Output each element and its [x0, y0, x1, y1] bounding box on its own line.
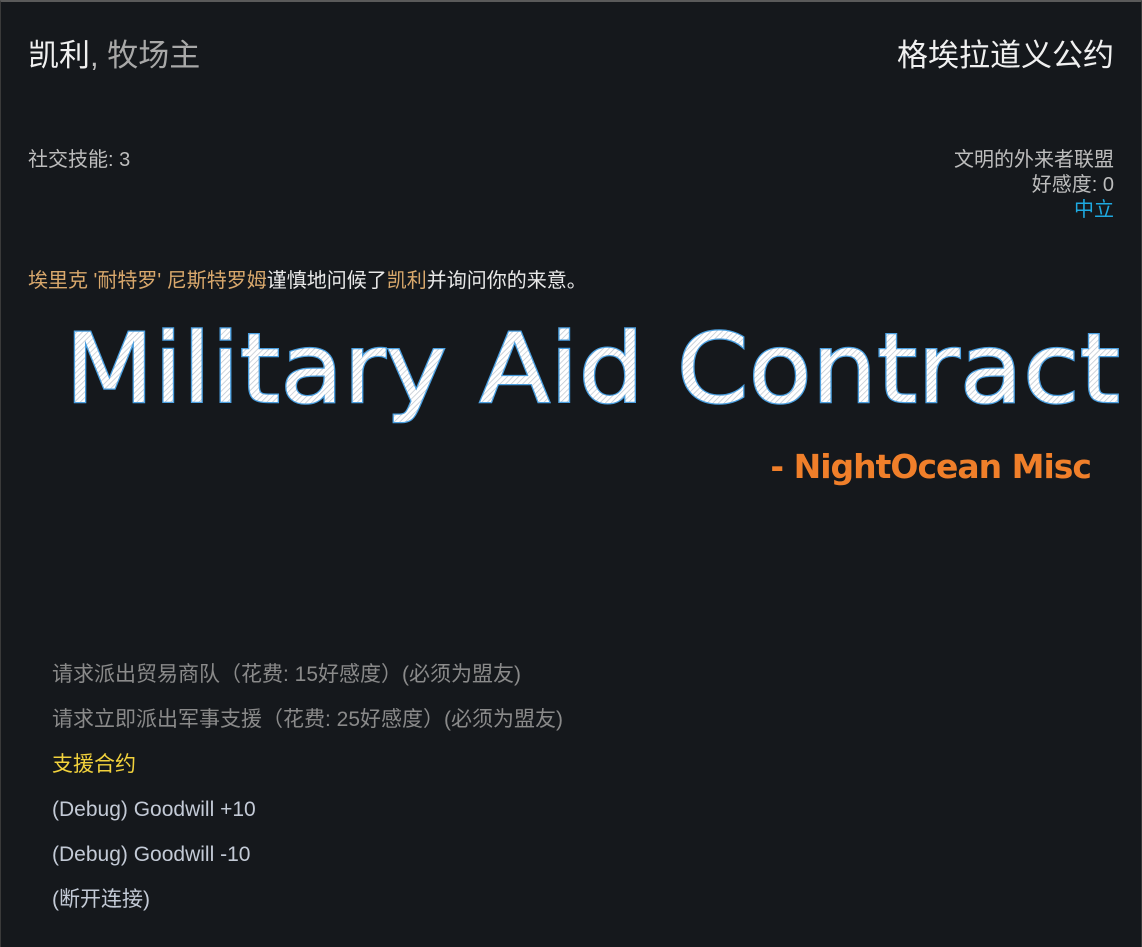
option-request-military-aid[interactable]: 请求立即派出军事支援（花费: 25好感度）(必须为盟友) — [52, 697, 563, 742]
dialog-options: 请求派出贸易商队（花费: 15好感度）(必须为盟友) 请求立即派出军事支援（花费… — [52, 652, 563, 922]
banner-signature: - NightOcean Misc — [770, 447, 1092, 486]
option-request-trade-caravan[interactable]: 请求派出贸易商队（花费: 15好感度）(必须为盟友) — [52, 652, 563, 697]
greeting-negotiator: 凯利 — [386, 270, 427, 292]
greeting-verb: 谨慎地问候了 — [266, 270, 387, 292]
faction-kind: 文明的外来者联盟 — [954, 149, 1114, 171]
option-debug-goodwill-plus[interactable]: (Debug) Goodwill +10 — [52, 787, 563, 832]
negotiator-name: 凯利 — [28, 38, 90, 73]
relation-status: 中立 — [1074, 199, 1114, 221]
name-separator: , — [90, 38, 99, 73]
leader-name: 埃里克 '耐特罗' 尼斯特罗姆 — [28, 270, 267, 292]
faction-name: 格埃拉道义公约 — [897, 38, 1114, 73]
contract-banner: Military Aid Contract — [64, 312, 1122, 427]
faction-dialog: 凯利, 牧场主 格埃拉道义公约 社交技能: 3 文明的外来者联盟 好感度: 0 … — [0, 0, 1142, 947]
option-disconnect[interactable]: (断开连接) — [52, 877, 563, 922]
greeting-text: 埃里克 '耐特罗' 尼斯特罗姆谨慎地问候了凯利并询问你的来意。 — [28, 268, 587, 294]
option-debug-goodwill-minus[interactable]: (Debug) Goodwill -10 — [52, 832, 563, 877]
goodwill-value: 好感度: 0 — [1031, 174, 1114, 196]
banner-title: Military Aid Contract — [65, 313, 1120, 425]
greeting-rest: 并询问你的来意。 — [426, 270, 587, 292]
faction-info: 文明的外来者联盟 好感度: 0 中立 — [954, 148, 1114, 223]
negotiator-title: 牧场主 — [107, 38, 201, 73]
negotiator-heading: 凯利, 牧场主 — [28, 38, 200, 74]
option-support-contract[interactable]: 支援合约 — [52, 742, 563, 787]
social-skill-label: 社交技能: 3 — [28, 149, 131, 171]
